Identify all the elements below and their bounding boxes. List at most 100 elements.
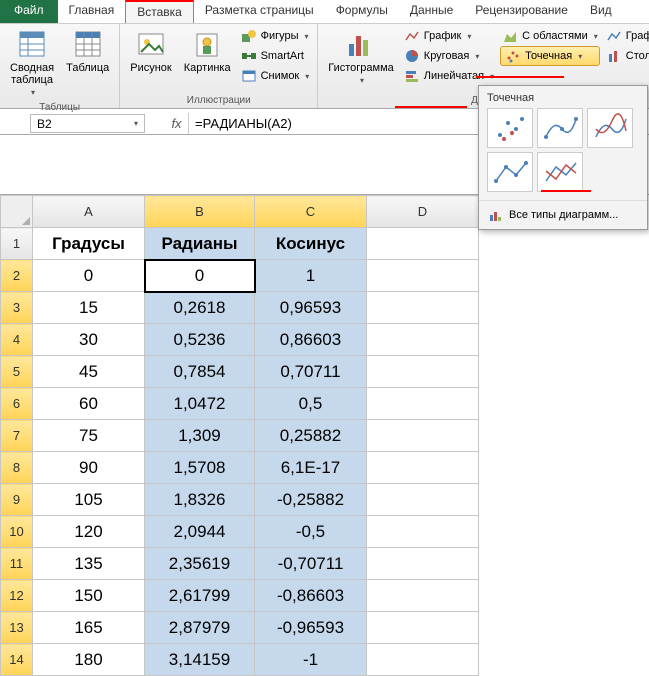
spreadsheet-grid[interactable]: A B C D 1 Градусы Радианы Косинус 2001 3… [0,195,649,676]
cell-c3[interactable]: 0,96593 [255,292,367,324]
histogram-button[interactable]: Гистограмма▾ [324,26,398,88]
cell-a4[interactable]: 30 [33,324,145,356]
cell-a5[interactable]: 45 [33,356,145,388]
cell-b11[interactable]: 2,35619 [145,548,255,580]
fx-icon[interactable]: fx [165,113,189,134]
tab-view[interactable]: Вид [579,0,623,23]
cell-c14[interactable]: -1 [255,644,367,676]
smartart-button[interactable]: SmartArt [239,46,312,66]
cell-a12[interactable]: 150 [33,580,145,612]
scatter-type-smooth-markers[interactable] [537,108,583,148]
row-header-12[interactable]: 12 [1,580,33,612]
cell-c10[interactable]: -0,5 [255,516,367,548]
cell-b3[interactable]: 0,2618 [145,292,255,324]
clipart-button[interactable]: Картинка [180,26,235,76]
table-button[interactable]: Таблица [62,26,113,76]
pivot-table-button[interactable]: Своднаятаблица ▾ [6,26,58,100]
cell-d10[interactable] [367,516,479,548]
row-header-3[interactable]: 3 [1,292,33,324]
cell-b10[interactable]: 2,0944 [145,516,255,548]
cell-c7[interactable]: 0,25882 [255,420,367,452]
area-chart-button[interactable]: С областями▾ [500,26,600,46]
cell-d11[interactable] [367,548,479,580]
cell-b4[interactable]: 0,5236 [145,324,255,356]
cell-b12[interactable]: 2,61799 [145,580,255,612]
cell-d9[interactable] [367,484,479,516]
cell-b14[interactable]: 3,14159 [145,644,255,676]
cell-b9[interactable]: 1,8326 [145,484,255,516]
cell-a8[interactable]: 90 [33,452,145,484]
cell-b5[interactable]: 0,7854 [145,356,255,388]
row-header-2[interactable]: 2 [1,260,33,292]
cell-d6[interactable] [367,388,479,420]
tab-data[interactable]: Данные [399,0,464,23]
cell-a1[interactable]: Градусы [33,228,145,260]
all-chart-types-button[interactable]: Все типы диаграмм... [479,200,647,223]
cell-d1[interactable] [367,228,479,260]
tab-formulas[interactable]: Формулы [325,0,399,23]
row-header-1[interactable]: 1 [1,228,33,260]
screenshot-button[interactable]: Снимок▾ [239,66,312,86]
row-header-8[interactable]: 8 [1,452,33,484]
pie-chart-button[interactable]: Круговая▾ [402,46,496,66]
picture-button[interactable]: Рисунок [126,26,176,76]
col-header-b[interactable]: B [145,196,255,228]
col-header-a[interactable]: A [33,196,145,228]
cell-a6[interactable]: 60 [33,388,145,420]
cell-c1[interactable]: Косинус [255,228,367,260]
select-all-cell[interactable] [1,196,33,228]
cell-c13[interactable]: -0,96593 [255,612,367,644]
cell-d5[interactable] [367,356,479,388]
cell-a10[interactable]: 120 [33,516,145,548]
tab-review[interactable]: Рецензирование [464,0,579,23]
cell-a2[interactable]: 0 [33,260,145,292]
stock-chart-button[interactable]: Столбец [604,46,649,66]
cell-b1[interactable]: Радианы [145,228,255,260]
name-box-dropdown-icon[interactable]: ▾ [134,119,138,128]
shapes-button[interactable]: Фигуры▾ [239,26,312,46]
cell-b7[interactable]: 1,309 [145,420,255,452]
cell-a11[interactable]: 135 [33,548,145,580]
cell-a14[interactable]: 180 [33,644,145,676]
cell-b8[interactable]: 1,5708 [145,452,255,484]
scatter-type-markers[interactable] [487,108,533,148]
row-header-10[interactable]: 10 [1,516,33,548]
cell-d12[interactable] [367,580,479,612]
cell-c5[interactable]: 0,70711 [255,356,367,388]
scatter-type-smooth[interactable] [587,108,633,148]
row-header-9[interactable]: 9 [1,484,33,516]
cell-b6[interactable]: 1,0472 [145,388,255,420]
row-header-11[interactable]: 11 [1,548,33,580]
cell-c11[interactable]: -0,70711 [255,548,367,580]
cell-a13[interactable]: 165 [33,612,145,644]
cell-d13[interactable] [367,612,479,644]
cell-c4[interactable]: 0,86603 [255,324,367,356]
cell-d4[interactable] [367,324,479,356]
cell-c9[interactable]: -0,25882 [255,484,367,516]
scatter-type-lines-markers[interactable] [487,152,533,192]
tab-home[interactable]: Главная [58,0,126,23]
cell-d14[interactable] [367,644,479,676]
row-header-5[interactable]: 5 [1,356,33,388]
scatter-chart-button[interactable]: Точечная▾ [500,46,600,66]
scatter-type-lines[interactable] [537,152,583,192]
name-box[interactable]: B2 ▾ [30,114,145,133]
cell-d2[interactable] [367,260,479,292]
tab-layout[interactable]: Разметка страницы [194,0,325,23]
cell-a3[interactable]: 15 [33,292,145,324]
cell-a7[interactable]: 75 [33,420,145,452]
row-header-7[interactable]: 7 [1,420,33,452]
cell-d3[interactable] [367,292,479,324]
line-chart-button[interactable]: График▾ [402,26,496,46]
cell-d7[interactable] [367,420,479,452]
cell-c6[interactable]: 0,5 [255,388,367,420]
col-header-c[interactable]: C [255,196,367,228]
col-header-d[interactable]: D [367,196,479,228]
cell-c12[interactable]: -0,86603 [255,580,367,612]
cell-b2[interactable]: 0 [145,260,255,292]
tab-file[interactable]: Файл [0,0,58,23]
row-header-14[interactable]: 14 [1,644,33,676]
other-line-button[interactable]: График [604,26,649,46]
tab-insert[interactable]: Вставка [125,0,194,23]
cell-c8[interactable]: 6,1E-17 [255,452,367,484]
